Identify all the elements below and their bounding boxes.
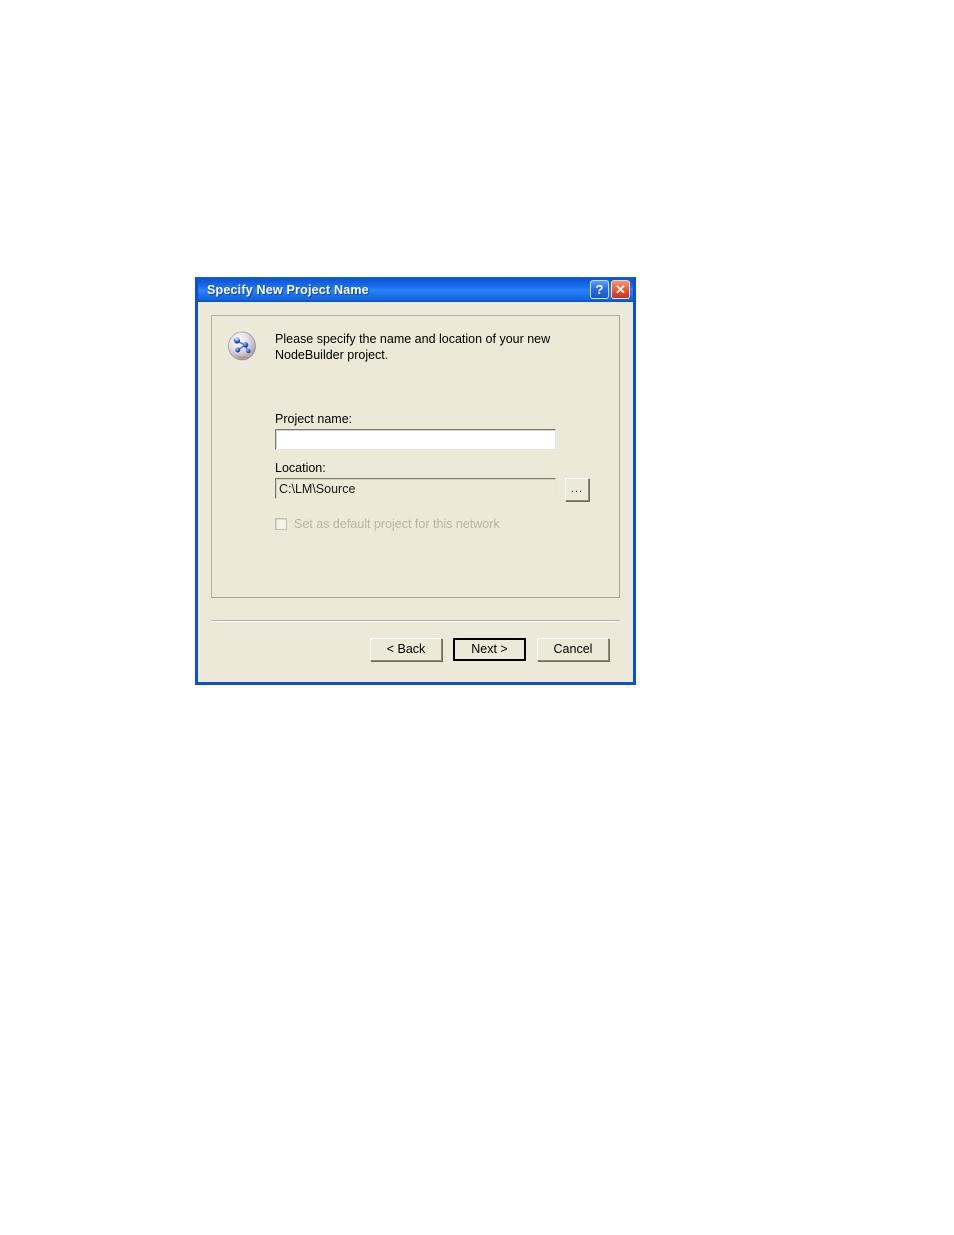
project-name-label: Project name: — [275, 412, 353, 426]
back-button[interactable]: < Back — [370, 638, 442, 661]
next-button[interactable]: Next > — [453, 638, 526, 661]
default-project-checkbox — [275, 518, 287, 530]
location-label: Location: — [275, 461, 326, 475]
browse-button[interactable]: ... — [565, 478, 589, 501]
intro-text: Please specify the name and location of … — [275, 332, 551, 362]
project-name-input[interactable] — [275, 429, 556, 450]
wizard-group-panel: Please specify the name and location of … — [211, 315, 620, 598]
nodebuilder-sphere-icon — [228, 331, 256, 361]
dialog-client-area: Please specify the name and location of … — [198, 302, 633, 682]
button-row: < Back Next > Cancel — [211, 638, 620, 661]
cancel-button[interactable]: Cancel — [537, 638, 609, 661]
specify-new-project-name-dialog: Specify New Project Name ? ✕ Please spec… — [195, 277, 636, 685]
default-project-label: Set as default project for this network — [294, 517, 500, 531]
location-row: ... — [275, 478, 605, 501]
dialog-footer: < Back Next > Cancel — [211, 609, 620, 682]
fields-area: Project name: Location: ... Set as defau… — [212, 412, 619, 531]
dialog-titlebar[interactable]: Specify New Project Name ? ✕ — [198, 277, 633, 302]
close-icon[interactable]: ✕ — [611, 280, 630, 299]
location-input[interactable] — [275, 478, 556, 499]
dialog-title: Specify New Project Name — [207, 282, 369, 297]
footer-separator — [211, 620, 620, 622]
help-icon[interactable]: ? — [590, 280, 609, 299]
intro-row: Please specify the name and location of … — [212, 316, 619, 363]
default-project-row: Set as default project for this network — [275, 517, 605, 531]
